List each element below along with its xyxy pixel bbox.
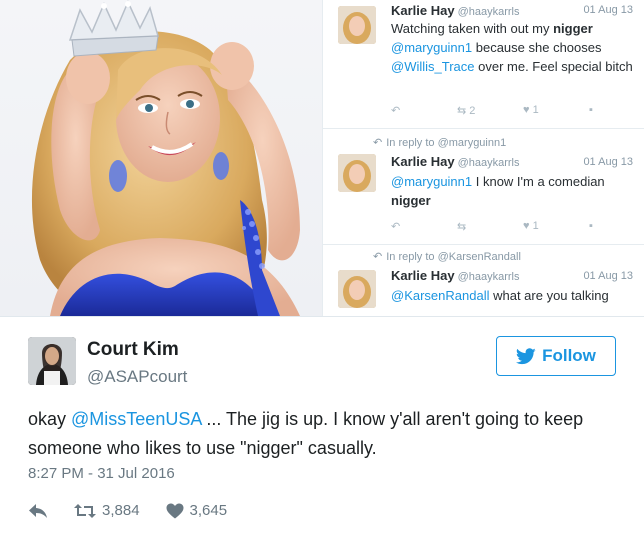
avatar[interactable] — [338, 6, 376, 44]
reply-context-text: In reply to @KarsenRandall — [386, 251, 521, 263]
avatar-image — [338, 270, 376, 308]
divider — [323, 244, 644, 245]
like-count: 1 — [532, 220, 539, 232]
reply-context[interactable]: ↶ In reply to @maryguinn1 — [373, 136, 506, 149]
author-handle[interactable]: @haaykarrls — [458, 271, 520, 283]
reply-icon[interactable]: ↶ — [391, 220, 457, 233]
tweet-header: Karlie Hay @haaykarrls — [391, 268, 520, 283]
highlighted-word: nigger — [391, 193, 431, 208]
like-action[interactable]: ♥ 1 — [523, 104, 589, 117]
retweet-icon: ⇆ — [457, 105, 467, 117]
author-handle[interactable]: @ASAPcourt — [87, 367, 187, 387]
avatar[interactable] — [28, 337, 76, 385]
mention-link[interactable]: @Willis_Trace — [391, 59, 475, 74]
avatar-image — [338, 154, 376, 192]
bird-icon — [516, 347, 536, 364]
reply-arrow-icon: ↶ — [373, 137, 383, 149]
text-segment: over me. Feel special bitch — [474, 59, 633, 74]
pageant-photo-illustration — [31, 0, 300, 316]
more-icon[interactable]: ▪ — [589, 220, 593, 233]
text-segment: Watching taken with out my — [391, 21, 554, 36]
follow-button[interactable]: Follow — [496, 336, 616, 376]
tweet-text: okay @MissTeenUSA ... The jig is up. I k… — [28, 405, 628, 463]
like-count: 3,645 — [189, 502, 228, 519]
reply-icon — [29, 503, 47, 518]
tweet-header: Karlie Hay @haaykarrls — [391, 154, 520, 169]
tweet-header: Karlie Hay @haaykarrls — [391, 3, 520, 18]
author-name[interactable]: Karlie Hay — [391, 268, 455, 283]
reply-icon[interactable]: ↶ — [391, 104, 457, 117]
avatar-image — [28, 337, 76, 385]
thread-tweet-3: ↶ In reply to @KarsenRandall Karlie Hay @h… — [323, 248, 644, 316]
tweet-text: @KarsenRandall what are you talking — [391, 286, 639, 305]
author-name[interactable]: Karlie Hay — [391, 3, 455, 18]
text-segment: what are you talking — [489, 288, 609, 303]
pageant-photo — [0, 0, 322, 316]
like-count: 1 — [532, 104, 539, 116]
retweet-action[interactable]: ⇆ — [457, 220, 523, 233]
author-handle[interactable]: @haaykarrls — [458, 6, 520, 18]
mention-link[interactable]: @maryguinn1 — [391, 40, 472, 55]
follow-label: Follow — [542, 346, 596, 365]
more-icon[interactable]: ▪ — [589, 104, 593, 117]
heart-icon — [166, 503, 184, 518]
tweet-date[interactable]: 01 Aug 13 — [583, 270, 633, 282]
tweet-thread-screenshot: Karlie Hay @haaykarrls 01 Aug 13 Watching… — [322, 0, 644, 316]
heart-icon: ♥ — [523, 220, 530, 232]
thread-tweet-1: Karlie Hay @haaykarrls 01 Aug 13 Watching… — [323, 0, 644, 125]
retweet-count: 3,884 — [102, 502, 140, 519]
avatar-image — [338, 6, 376, 44]
tweet-date[interactable]: 01 Aug 13 — [583, 4, 633, 16]
retweet-icon: ⇆ — [457, 221, 467, 233]
reply-context-text: In reply to @maryguinn1 — [386, 137, 507, 149]
author-name[interactable]: Court Kim — [87, 339, 179, 361]
timestamp[interactable]: 8:27 PM - 31 Jul 2016 — [28, 465, 175, 482]
tweet-text: @maryguinn1 I know I'm a comedian nigger — [391, 172, 639, 210]
like-action[interactable]: ♥ 1 — [523, 220, 589, 233]
retweet-button[interactable]: 3,884 — [74, 502, 140, 519]
heart-icon: ♥ — [523, 104, 530, 116]
mention-link[interactable]: @MissTeenUSA — [71, 409, 201, 429]
retweet-count: 2 — [469, 105, 476, 117]
text-segment: I know I'm a comedian — [472, 174, 605, 189]
reply-arrow-icon: ↶ — [373, 251, 383, 263]
tweet-actions: 3,884 3,645 — [28, 502, 253, 519]
tweet-actions: ↶ ⇆ 2 ♥ 1 ▪ — [391, 104, 593, 117]
author-name[interactable]: Karlie Hay — [391, 154, 455, 169]
highlighted-word: nigger — [553, 21, 593, 36]
mention-link[interactable]: @KarsenRandall — [391, 288, 489, 303]
avatar[interactable] — [338, 270, 376, 308]
thread-tweet-2: ↶ In reply to @maryguinn1 Karlie Hay @haay… — [323, 134, 644, 242]
tweet-date[interactable]: 01 Aug 13 — [583, 156, 633, 168]
tweet-text: Watching taken with out my nigger @maryg… — [391, 19, 639, 76]
crown-icon — [68, 0, 159, 57]
reply-context[interactable]: ↶ In reply to @KarsenRandall — [373, 250, 521, 263]
embedded-tweet: Court Kim @ASAPcourt Follow okay @MissTe… — [0, 316, 644, 540]
avatar[interactable] — [338, 154, 376, 192]
reply-button[interactable] — [28, 503, 48, 519]
retweet-action[interactable]: ⇆ 2 — [457, 104, 523, 117]
author-handle[interactable]: @haaykarrls — [458, 157, 520, 169]
divider — [323, 128, 644, 129]
mention-link[interactable]: @maryguinn1 — [391, 174, 472, 189]
retweet-icon — [74, 503, 96, 518]
like-button[interactable]: 3,645 — [166, 502, 228, 519]
tweet-actions: ↶ ⇆ ♥ 1 ▪ — [391, 220, 593, 233]
text-segment: because she chooses — [472, 40, 602, 55]
tweet-text-start: okay — [28, 409, 72, 429]
